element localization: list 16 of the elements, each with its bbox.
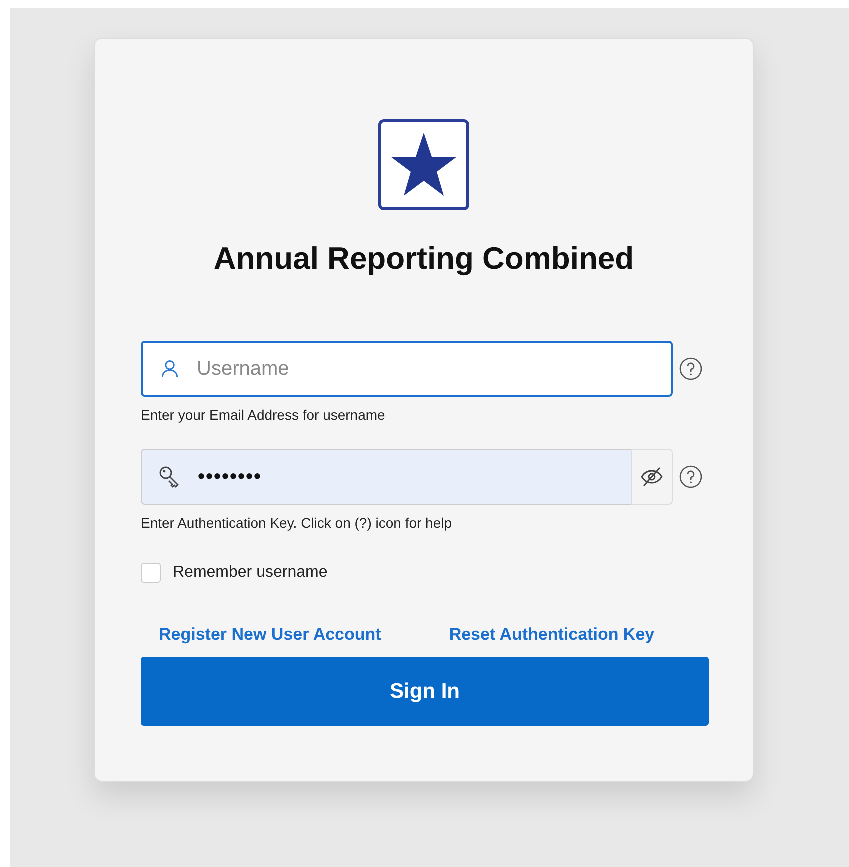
help-icon[interactable]	[679, 465, 703, 489]
field-hint: Enter Authentication Key. Click on (?) icon for help	[141, 515, 454, 531]
app-title: Annual Reporting Combined	[214, 241, 634, 277]
sign-in-button[interactable]: Sign In	[141, 657, 709, 726]
link[interactable]: Register New User Account	[159, 625, 382, 645]
checkbox-label: Remember username	[173, 564, 328, 582]
remember-checkbox[interactable]	[141, 563, 161, 583]
person-icon	[159, 358, 181, 380]
field-hint: Enter your Email Address for username	[141, 407, 386, 423]
password-field[interactable]: ••••••••	[141, 449, 631, 505]
link[interactable]: Reset Authentication Key	[449, 625, 655, 645]
show-password-button[interactable]	[631, 449, 673, 505]
star-logo-icon	[378, 119, 470, 211]
eye-slash-icon	[640, 465, 664, 489]
help-icon[interactable]	[679, 357, 703, 381]
username-field[interactable]: Username	[141, 341, 673, 397]
